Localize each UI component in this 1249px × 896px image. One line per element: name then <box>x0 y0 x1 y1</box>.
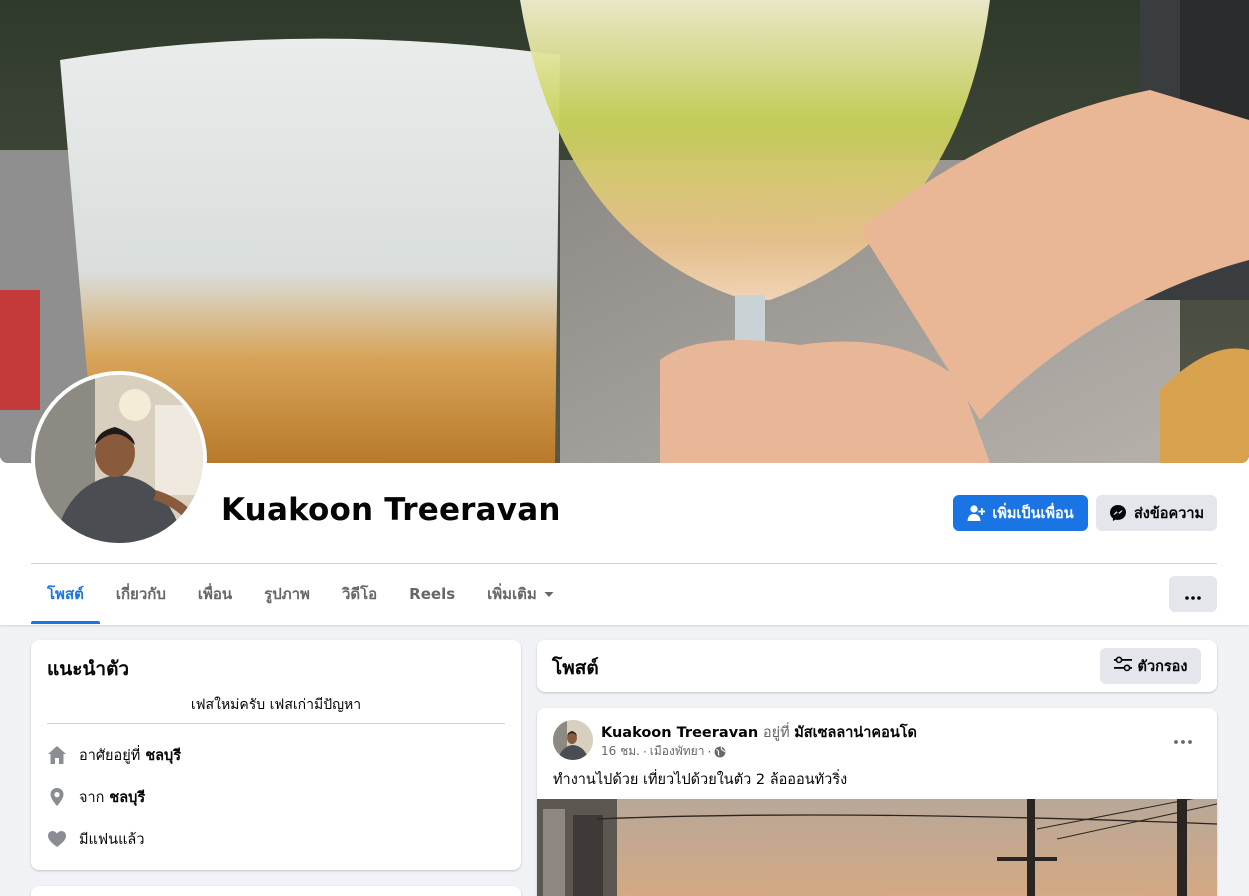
post-author-avatar[interactable] <box>553 720 593 760</box>
tab-about[interactable]: เกี่ยวกับ <box>100 564 182 624</box>
intro-divider <box>47 723 505 724</box>
tab-label: เกี่ยวกับ <box>115 585 166 603</box>
intro-lives-in: อาศัยอยู่ที่ ชลบุรี <box>47 743 181 767</box>
cover-photo[interactable] <box>0 0 1249 463</box>
intro-card: แนะนำตัว เฟสใหม่ครับ เฟสเก่ามีปัญหา อาศั… <box>31 640 521 870</box>
lives-in-value[interactable]: ชลบุรี <box>145 744 181 767</box>
meta-separator: · <box>642 744 647 759</box>
post-place[interactable]: มัสเซลลาน่าคอนโด <box>794 725 917 741</box>
tab-label: เพิ่มเติม <box>487 585 537 603</box>
tab-friends[interactable]: เพื่อน <box>182 564 248 624</box>
more-dots-icon <box>1185 585 1201 604</box>
lives-in-prefix: อาศัยอยู่ที่ <box>79 747 141 764</box>
filter-label: ตัวกรอง <box>1137 658 1188 675</box>
from-value[interactable]: ชลบุรี <box>109 786 145 809</box>
intro-relationship: มีแฟนแล้ว <box>47 827 144 851</box>
photos-card <box>31 886 521 896</box>
posts-header-card: โพสต์ ตัวกรอง <box>537 640 1217 692</box>
post-author-line: Kuakoon Treeravan อยู่ที่ มัสเซลลาน่าคอน… <box>601 721 917 744</box>
intro-title: แนะนำตัว <box>47 658 130 680</box>
post-time[interactable]: 16 ชม. <box>601 742 640 761</box>
filter-button[interactable]: ตัวกรอง <box>1100 648 1201 684</box>
posts-title: โพสต์ <box>552 657 599 679</box>
filter-sliders-icon <box>1113 656 1132 676</box>
post-options-button[interactable] <box>1167 726 1199 750</box>
post-location[interactable]: เมืองพัทยา <box>650 742 705 761</box>
cover-photo-image <box>0 0 1249 463</box>
post-photo-image <box>537 799 1217 896</box>
tab-reels[interactable]: Reels <box>393 564 471 624</box>
message-button[interactable]: ส่งข้อความ <box>1096 495 1217 531</box>
person-plus-icon <box>967 504 986 522</box>
post-at-text: อยู่ที่ <box>762 725 790 741</box>
tab-label: Reels <box>409 585 456 603</box>
intro-from: จาก ชลบุรี <box>47 785 145 809</box>
heart-icon <box>47 829 67 849</box>
post-author-name[interactable]: Kuakoon Treeravan <box>601 725 758 741</box>
location-pin-icon <box>47 787 67 807</box>
profile-picture[interactable] <box>31 371 207 547</box>
messenger-icon <box>1109 504 1127 522</box>
add-friend-label: เพิ่มเป็นเพื่อน <box>992 505 1074 522</box>
profile-tabs: โพสต์ เกี่ยวกับ เพื่อน รูปภาพ วิดีโอ Ree… <box>31 564 571 624</box>
post-text: ทำงานไปด้วย เที่ยวไปด้วยในตัว 2 ล้อออนทั… <box>553 772 848 788</box>
globe-icon[interactable] <box>714 746 726 758</box>
tab-photos[interactable]: รูปภาพ <box>248 564 326 624</box>
from-prefix: จาก <box>79 789 105 806</box>
profile-more-button[interactable] <box>1169 576 1217 612</box>
intro-bio: เฟสใหม่ครับ เฟสเก่ามีปัญหา <box>190 697 362 713</box>
tab-more[interactable]: เพิ่มเติม <box>471 564 571 624</box>
post-meta: 16 ชม. · เมืองพัทยา · <box>601 742 726 761</box>
post-photo[interactable] <box>537 799 1217 896</box>
tab-label: รูปภาพ <box>264 585 310 603</box>
profile-header: Kuakoon Treeravan เพิ่มเป็นเพื่อน ส่งข้อ… <box>0 0 1249 625</box>
profile-picture-image <box>35 375 203 543</box>
tab-posts[interactable]: โพสต์ <box>31 564 100 624</box>
tab-label: วิดีโอ <box>341 585 378 603</box>
caret-down-icon <box>543 588 555 600</box>
message-label: ส่งข้อความ <box>1133 505 1205 522</box>
home-icon <box>47 745 67 765</box>
profile-name: Kuakoon Treeravan <box>221 492 561 528</box>
relationship-status: มีแฟนแล้ว <box>79 831 145 848</box>
meta-separator: · <box>707 744 712 759</box>
more-dots-icon <box>1174 729 1192 748</box>
tab-label: เพื่อน <box>197 585 233 603</box>
tab-label: โพสต์ <box>47 585 84 603</box>
post-card: Kuakoon Treeravan อยู่ที่ มัสเซลลาน่าคอน… <box>537 708 1217 896</box>
tab-videos[interactable]: วิดีโอ <box>326 564 393 624</box>
add-friend-button[interactable]: เพิ่มเป็นเพื่อน <box>953 495 1088 531</box>
